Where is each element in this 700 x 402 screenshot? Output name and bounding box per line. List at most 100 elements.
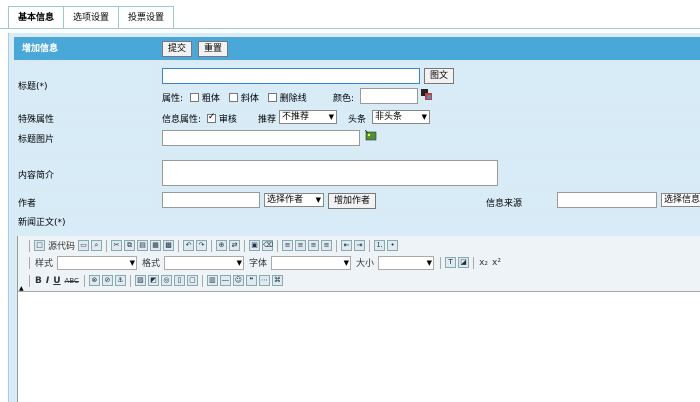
style-select[interactable]: ▼ bbox=[57, 255, 138, 270]
bold-button[interactable]: B bbox=[35, 276, 42, 286]
replace-icon[interactable]: ⇄ bbox=[229, 240, 241, 251]
underline-button[interactable]: U bbox=[53, 276, 60, 286]
intro-textarea[interactable] bbox=[162, 160, 498, 186]
source-code-button[interactable]: 源代码 bbox=[48, 239, 75, 252]
source-code-icon[interactable]: □ bbox=[34, 240, 45, 251]
headline-value: 非头条 bbox=[375, 112, 403, 122]
paste-icon[interactable]: ▤ bbox=[137, 240, 149, 251]
tab-basic-info[interactable]: 基本信息 bbox=[8, 6, 65, 28]
rich-text-editor: □ 源代码 ▭ ⌕ ✂ ⧉ ▤ ▦ ▩ ↶ ↷ ⊕ ⇄ ▣ ⌫ ≡ ≡ ≡ ≡ ⇤… bbox=[17, 236, 700, 402]
hr-icon[interactable]: ― bbox=[219, 275, 231, 286]
color-picker-icon[interactable] bbox=[421, 89, 432, 100]
select-author-value: 选择作者 bbox=[267, 195, 304, 205]
color-input[interactable] bbox=[360, 88, 418, 104]
image-select-icon[interactable] bbox=[364, 129, 377, 142]
paste-word-icon[interactable]: ▩ bbox=[163, 240, 175, 251]
format-select[interactable]: ▼ bbox=[164, 255, 245, 270]
page-break-icon[interactable]: ⋯ bbox=[258, 275, 270, 286]
image-icon[interactable]: ▨ bbox=[134, 275, 146, 286]
dropdown-arrow-icon: ▼ bbox=[328, 113, 334, 121]
size-select[interactable]: ▼ bbox=[378, 255, 435, 270]
code-icon[interactable]: ⌘ bbox=[271, 275, 283, 286]
media-icon[interactable]: ◎ bbox=[160, 275, 172, 286]
title-label: 标题(*) bbox=[18, 82, 48, 92]
recommend-value: 不推荐 bbox=[282, 112, 310, 122]
intro-label: 内容简介 bbox=[18, 171, 55, 181]
outdent-icon[interactable]: ⇤ bbox=[341, 240, 353, 251]
unordered-list-icon[interactable]: • bbox=[387, 240, 399, 251]
align-left-icon[interactable]: ≡ bbox=[282, 240, 294, 251]
text-color-icon[interactable]: T bbox=[445, 257, 457, 268]
title-input[interactable] bbox=[162, 68, 420, 84]
align-center-icon[interactable]: ≡ bbox=[295, 240, 307, 251]
flash-icon[interactable]: ◩ bbox=[147, 275, 159, 286]
pic-text-button[interactable]: 图文 bbox=[424, 68, 455, 84]
save-icon[interactable]: ▭ bbox=[78, 240, 90, 251]
info-attr-line: 信息属性: 审核 bbox=[162, 112, 237, 125]
format-label: 格式 bbox=[142, 259, 161, 269]
page-icon[interactable]: ▢ bbox=[186, 275, 198, 286]
subscript-button[interactable]: x₂ bbox=[479, 258, 488, 268]
title-attr-line: 属性: 粗体 斜体 删除线 bbox=[162, 91, 307, 104]
reset-button[interactable]: 重置 bbox=[198, 41, 229, 57]
unlink-icon[interactable]: ⊘ bbox=[101, 275, 113, 286]
redo-icon[interactable]: ↷ bbox=[196, 240, 208, 251]
title-pic-input[interactable] bbox=[162, 130, 360, 146]
select-all-icon[interactable]: ▣ bbox=[249, 240, 261, 251]
submit-button[interactable]: 提交 bbox=[162, 41, 193, 57]
find-icon[interactable]: ⊕ bbox=[216, 240, 228, 251]
select-source-dropdown[interactable]: 选择信息 bbox=[661, 193, 700, 207]
italic-button[interactable]: I bbox=[46, 276, 49, 286]
indent-icon[interactable]: ⇥ bbox=[354, 240, 366, 251]
size-label: 大小 bbox=[356, 259, 375, 269]
strike-label: 删除线 bbox=[279, 94, 307, 104]
info-attr-label: 信息属性: bbox=[162, 115, 202, 125]
toolbar-row-3: B I U ABC ⊗ ⊘ ⚓ ▨ ◩ ◎ ▯ ▢ ▥ ― ☺ ❝ ⋯ ⌘ bbox=[26, 272, 284, 289]
source-label: 信息来源 bbox=[486, 199, 523, 209]
copy-icon[interactable]: ⧉ bbox=[124, 240, 136, 251]
tab-options[interactable]: 选项设置 bbox=[63, 6, 120, 28]
dropdown-arrow-icon: ▼ bbox=[315, 196, 321, 204]
bg-color-icon[interactable]: ◪ bbox=[458, 257, 470, 268]
editor-content-area[interactable] bbox=[18, 292, 700, 402]
align-right-icon[interactable]: ≡ bbox=[308, 240, 320, 251]
file-icon[interactable]: ▯ bbox=[173, 275, 185, 286]
recommend-select[interactable]: 不推荐 ▼ bbox=[279, 110, 337, 124]
source-input[interactable] bbox=[557, 192, 657, 208]
font-select[interactable]: ▼ bbox=[271, 255, 352, 270]
tab-vote[interactable]: 投票设置 bbox=[118, 6, 175, 28]
intro-row: 内容简介 bbox=[14, 157, 700, 189]
tab-divider bbox=[0, 28, 700, 29]
bold-checkbox[interactable] bbox=[189, 93, 199, 102]
preview-icon[interactable]: ⌕ bbox=[91, 240, 103, 251]
select-author-dropdown[interactable]: 选择作者 ▼ bbox=[264, 193, 324, 207]
cut-icon[interactable]: ✂ bbox=[111, 240, 123, 251]
author-row: 作者 选择作者 ▼ 增加作者 信息来源 选择信息 bbox=[14, 190, 700, 212]
title-pic-row: 标题图片 bbox=[14, 128, 700, 156]
italic-checkbox[interactable] bbox=[228, 93, 238, 102]
author-input[interactable] bbox=[162, 192, 260, 208]
dropdown-arrow-icon: ▼ bbox=[236, 258, 243, 267]
headline-select[interactable]: 非头条 ▼ bbox=[372, 110, 430, 124]
remove-format-icon[interactable]: ⌫ bbox=[262, 240, 274, 251]
superscript-button[interactable]: x² bbox=[492, 258, 501, 268]
quote-icon[interactable]: ❝ bbox=[245, 275, 257, 286]
link-icon[interactable]: ⊗ bbox=[88, 275, 100, 286]
dropdown-arrow-icon: ▼ bbox=[343, 258, 350, 267]
review-checkbox[interactable] bbox=[206, 112, 216, 123]
table-icon[interactable]: ▥ bbox=[206, 275, 218, 286]
headline-label: 头条 bbox=[348, 115, 367, 125]
select-source-value: 选择信息 bbox=[664, 195, 700, 205]
add-author-button[interactable]: 增加作者 bbox=[328, 193, 377, 209]
align-justify-icon[interactable]: ≡ bbox=[321, 240, 333, 251]
paste-text-icon[interactable]: ▦ bbox=[150, 240, 162, 251]
strike-button[interactable]: ABC bbox=[65, 277, 79, 285]
toolbar-row-2: 样式 ▼ 格式 ▼ 字体 ▼ 大小 ▼ T ◪ x₂ x² bbox=[26, 254, 503, 271]
collapse-arrow-icon[interactable]: ▲ bbox=[19, 285, 24, 292]
author-label: 作者 bbox=[18, 199, 37, 209]
ordered-list-icon[interactable]: ⒈ bbox=[374, 240, 386, 251]
undo-icon[interactable]: ↶ bbox=[183, 240, 195, 251]
strike-checkbox[interactable] bbox=[267, 93, 277, 102]
smiley-icon[interactable]: ☺ bbox=[232, 275, 244, 286]
anchor-icon[interactable]: ⚓ bbox=[114, 275, 126, 286]
